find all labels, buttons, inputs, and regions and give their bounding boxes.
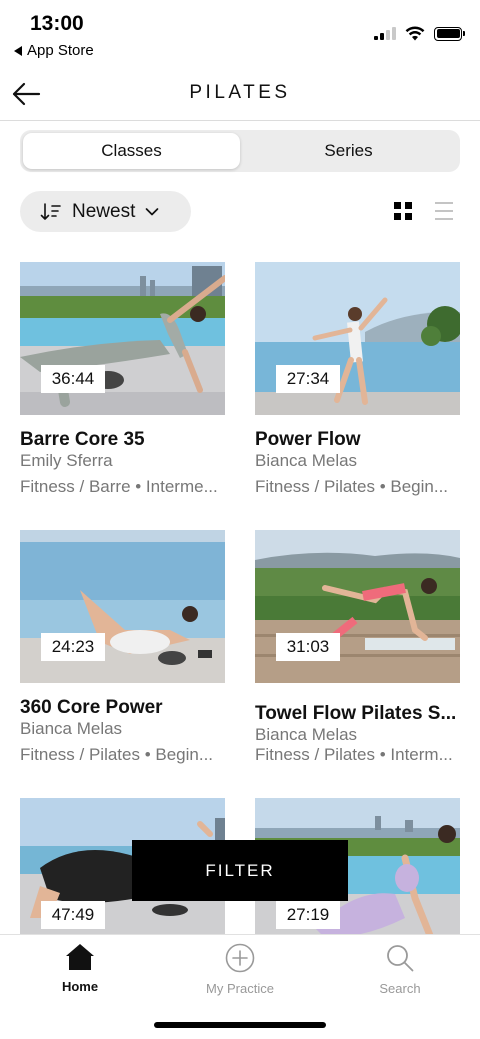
- class-card[interactable]: 27:34 Power Flow Bianca Melas Fitness / …: [255, 262, 460, 497]
- classes-grid: 36:44 Barre Core 35 Emily Sferra Fitness…: [20, 262, 460, 934]
- class-meta: Fitness / Pilates • Begin...: [20, 745, 214, 764]
- status-time: 13:00: [30, 12, 84, 35]
- sort-label: Newest: [72, 200, 136, 222]
- battery-icon: [434, 26, 465, 41]
- back-to-app-store[interactable]: App Store: [14, 42, 94, 59]
- grid-view-icon[interactable]: [394, 202, 412, 220]
- duration-badge: 27:19: [276, 901, 340, 929]
- plus-circle-icon: [225, 943, 255, 973]
- class-title: Barre Core 35: [20, 429, 145, 450]
- home-icon: [66, 944, 94, 970]
- chevron-down-icon: [146, 207, 159, 215]
- class-card[interactable]: 31:03 Towel Flow Pilates S... Bianca Mel…: [255, 530, 460, 765]
- cellular-signal-icon: [374, 27, 396, 40]
- wifi-icon: [405, 26, 425, 41]
- class-meta: Fitness / Barre • Interme...: [20, 477, 218, 496]
- class-thumbnail: 31:03: [255, 530, 460, 683]
- tab-my-practice-label: My Practice: [206, 981, 274, 996]
- class-title: 360 Core Power: [20, 697, 163, 718]
- back-triangle-icon: [14, 45, 22, 56]
- class-thumbnail: 27:34: [255, 262, 460, 415]
- page-title: PILATES: [189, 82, 291, 103]
- class-thumbnail: 24:23: [20, 530, 225, 683]
- list-view-icon[interactable]: [435, 202, 453, 220]
- class-thumbnail: 36:44: [20, 262, 225, 415]
- sort-descending-icon: [40, 202, 61, 220]
- class-meta: Fitness / Pilates • Begin...: [255, 477, 449, 496]
- duration-badge: 47:49: [41, 901, 105, 929]
- segment-classes[interactable]: Classes: [23, 133, 240, 169]
- class-instructor: Emily Sferra: [20, 451, 113, 470]
- status-icons: [374, 26, 465, 41]
- class-instructor: Bianca Melas: [255, 451, 358, 470]
- nav-header: PILATES: [0, 66, 480, 121]
- class-instructor: Bianca Melas: [255, 725, 358, 744]
- tab-search[interactable]: Search: [340, 943, 460, 996]
- class-title: Power Flow: [255, 429, 361, 450]
- search-icon: [387, 945, 414, 972]
- class-instructor: Bianca Melas: [20, 719, 123, 738]
- duration-badge: 36:44: [41, 365, 105, 393]
- class-card[interactable]: 24:23 360 Core Power Bianca Melas Fitnes…: [20, 530, 225, 765]
- filter-button[interactable]: FILTER: [132, 840, 348, 901]
- tab-home-label: Home: [61, 979, 99, 994]
- sort-dropdown[interactable]: Newest: [20, 191, 191, 232]
- class-title: Towel Flow Pilates S...: [255, 703, 457, 724]
- duration-badge: 31:03: [276, 633, 340, 661]
- back-app-label: App Store: [27, 42, 94, 59]
- tab-search-label: Search: [379, 981, 421, 996]
- content-type-segmented-control: Classes Series: [20, 130, 460, 172]
- tab-my-practice[interactable]: My Practice: [180, 943, 300, 996]
- class-card[interactable]: 36:44 Barre Core 35 Emily Sferra Fitness…: [20, 262, 225, 497]
- duration-badge: 24:23: [41, 633, 105, 661]
- home-indicator: [154, 1022, 326, 1028]
- tab-home[interactable]: Home: [20, 943, 140, 994]
- duration-badge: 27:34: [276, 365, 340, 393]
- class-meta: Fitness / Pilates • Interm...: [255, 745, 453, 764]
- segment-series[interactable]: Series: [240, 133, 457, 169]
- status-bar: 13:00 App Store: [0, 0, 480, 66]
